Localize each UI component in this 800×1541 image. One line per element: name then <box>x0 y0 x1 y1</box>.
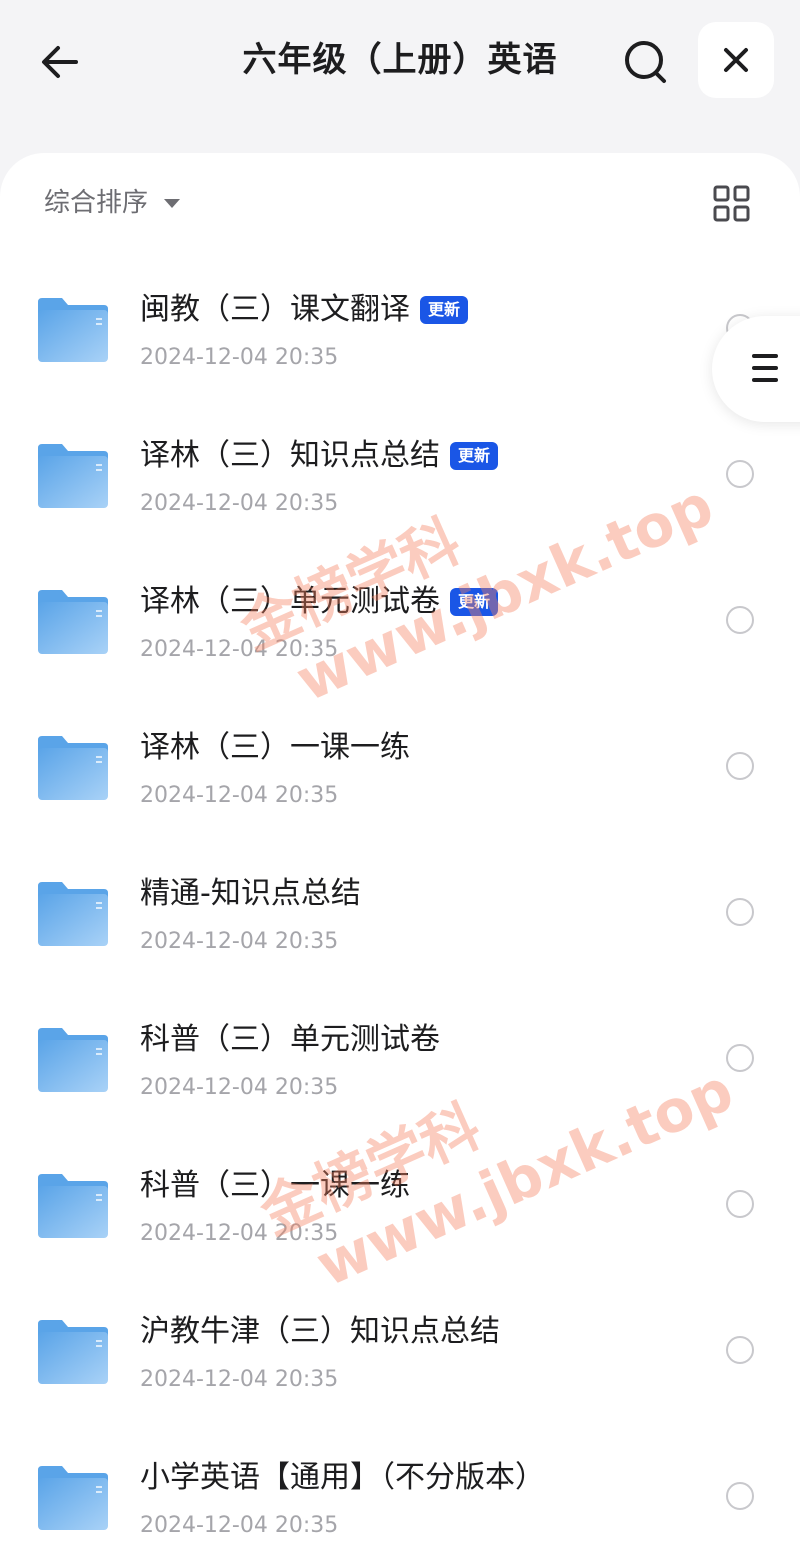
file-name-text: 译林（三）单元测试卷 <box>140 584 440 619</box>
top-bar: 六年级（上册）英语 <box>0 0 800 130</box>
select-radio[interactable] <box>726 1336 754 1364</box>
select-radio[interactable] <box>726 1044 754 1072</box>
file-date: 2024-12-04 20:35 <box>140 1513 339 1538</box>
update-badge: 更新 <box>450 588 499 616</box>
list-item[interactable]: 闽教（三）课文翻译 更新 2024-12-04 20:35 <box>0 261 800 407</box>
arrow-left-icon <box>42 46 78 78</box>
list-item[interactable]: 译林（三）一课一练 2024-12-04 20:35 <box>0 699 800 845</box>
file-date: 2024-12-04 20:35 <box>140 1075 339 1100</box>
file-name: 科普（三）单元测试卷 <box>140 1020 440 1060</box>
file-name-text: 小学英语【通用】（不分版本） <box>140 1460 545 1495</box>
sort-label: 综合排序 <box>44 188 149 218</box>
close-icon <box>724 48 748 72</box>
file-name-text: 科普（三）一课一练 <box>140 1168 410 1203</box>
folder-icon <box>38 736 108 800</box>
select-radio[interactable] <box>726 1190 754 1218</box>
folder-icon <box>38 1466 108 1530</box>
file-name-text: 译林（三）知识点总结 <box>140 438 440 473</box>
file-name: 沪教牛津（三）知识点总结 <box>140 1312 500 1352</box>
file-name-text: 译林（三）一课一练 <box>140 730 410 765</box>
list-item[interactable]: 科普（三）单元测试卷 2024-12-04 20:35 <box>0 991 800 1137</box>
list-item[interactable]: 精通-知识点总结 2024-12-04 20:35 <box>0 845 800 991</box>
file-date: 2024-12-04 20:35 <box>140 491 339 516</box>
file-name: 科普（三）一课一练 <box>140 1166 410 1206</box>
search-button[interactable] <box>620 36 672 88</box>
file-name: 小学英语【通用】（不分版本） <box>140 1458 545 1498</box>
folder-icon <box>38 298 108 362</box>
sort-dropdown[interactable]: 综合排序 <box>44 186 181 220</box>
select-radio[interactable] <box>726 1482 754 1510</box>
close-button[interactable] <box>698 22 774 98</box>
file-name-text: 科普（三）单元测试卷 <box>140 1022 440 1057</box>
list-item[interactable]: 科普（三）一课一练 2024-12-04 20:35 <box>0 1137 800 1283</box>
file-date: 2024-12-04 20:35 <box>140 1221 339 1246</box>
page-title: 六年级（上册）英语 <box>242 40 558 80</box>
file-name: 精通-知识点总结 <box>140 874 361 914</box>
grid-view-button[interactable] <box>712 184 752 224</box>
search-icon <box>625 41 666 83</box>
folder-icon <box>38 590 108 654</box>
folder-icon <box>38 1028 108 1092</box>
list-item[interactable]: 沪教牛津（三）知识点总结 2024-12-04 20:35 <box>0 1283 800 1429</box>
grid-view-icon <box>713 185 750 222</box>
file-date: 2024-12-04 20:35 <box>140 637 339 662</box>
file-name: 译林（三）知识点总结 更新 <box>140 436 499 476</box>
select-radio[interactable] <box>726 606 754 634</box>
folder-icon <box>38 1174 108 1238</box>
update-badge: 更新 <box>450 442 499 470</box>
caret-down-icon <box>164 198 181 208</box>
file-name: 闽教（三）课文翻译 更新 <box>140 290 469 330</box>
file-name: 译林（三）单元测试卷 更新 <box>140 582 499 622</box>
list-item[interactable]: 译林（三）知识点总结 更新 2024-12-04 20:35 <box>0 407 800 553</box>
menu-icon <box>752 354 778 384</box>
folder-icon <box>38 444 108 508</box>
back-button[interactable] <box>34 36 86 88</box>
file-name-text: 沪教牛津（三）知识点总结 <box>140 1314 500 1349</box>
select-radio[interactable] <box>726 752 754 780</box>
list-item[interactable]: 小学英语【通用】（不分版本） 2024-12-04 20:35 <box>0 1429 800 1541</box>
file-name: 译林（三）一课一练 <box>140 728 410 768</box>
file-list-panel: 综合排序 闽教（三）课文翻译 更新 2024-12-04 20:35 译林（三）知识点… <box>0 153 800 1541</box>
file-date: 2024-12-04 20:35 <box>140 929 339 954</box>
select-radio[interactable] <box>726 460 754 488</box>
folder-icon <box>38 882 108 946</box>
file-date: 2024-12-04 20:35 <box>140 1367 339 1392</box>
file-name-text: 闽教（三）课文翻译 <box>140 292 410 327</box>
file-name-text: 精通-知识点总结 <box>140 876 361 911</box>
folder-icon <box>38 1320 108 1384</box>
update-badge: 更新 <box>420 296 469 324</box>
list-item[interactable]: 译林（三）单元测试卷 更新 2024-12-04 20:35 <box>0 553 800 699</box>
select-radio[interactable] <box>726 898 754 926</box>
file-date: 2024-12-04 20:35 <box>140 345 339 370</box>
file-date: 2024-12-04 20:35 <box>140 783 339 808</box>
